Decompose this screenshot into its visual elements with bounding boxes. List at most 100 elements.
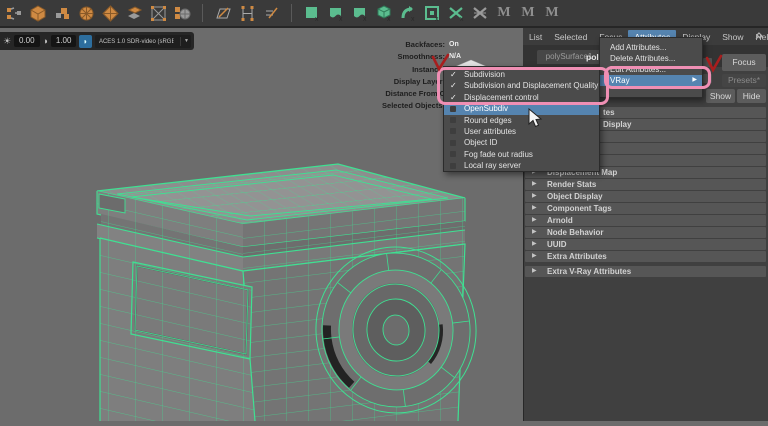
hide-button[interactable]: Hide [737, 89, 766, 103]
unchecked-box [450, 105, 456, 112]
hud-label-display-layer: Display Layer: [393, 76, 445, 86]
poly-cube-icon[interactable] [28, 3, 48, 23]
speaker-box-mesh[interactable] [96, 163, 486, 422]
marking-menu-button-3[interactable]: M [542, 5, 562, 21]
section-row-arnold[interactable]: ▶ Arnold [525, 215, 766, 226]
submenu-item-label: Local ray server [464, 161, 521, 171]
status-line-toolbar: x x x x x x x M M M [0, 0, 768, 28]
section-row-extra-attributes[interactable]: ▶ Extra Attributes [525, 251, 766, 262]
menu-show[interactable]: Show [716, 30, 749, 44]
section-row-object-display[interactable]: ▶ Object Display [525, 191, 766, 202]
expand-arrow-icon: ▶ [532, 193, 537, 199]
gamma-input[interactable]: 1.00 [50, 35, 77, 47]
gamma-icon[interactable]: ◑ [43, 36, 48, 46]
menu-item-add-attributes[interactable]: Add Attributes... [600, 42, 702, 53]
expand-arrow-icon: ▶ [532, 181, 537, 187]
hud-label-backfaces: Backfaces: [405, 40, 445, 49]
extract-faces-icon[interactable] [124, 3, 144, 23]
section-label: Render Stats [547, 180, 597, 189]
hud-value-backfaces: On [449, 41, 459, 48]
toolbar-divider [202, 4, 203, 22]
expand-arrow-icon: ▶ [532, 229, 537, 235]
uv-cut-icon[interactable]: x [446, 3, 466, 23]
exposure-input[interactable]: 0.00 [14, 35, 40, 47]
section-row-uuid[interactable]: ▶ UUID [525, 239, 766, 250]
menu-list[interactable]: List [523, 30, 548, 44]
wire-sphere-icon[interactable] [76, 3, 96, 23]
section-label: Arnold [547, 216, 573, 225]
submenu-item-label: Object ID [464, 138, 498, 148]
menu-selected[interactable]: Selected [548, 30, 593, 44]
submenu-item-local-ray-server[interactable]: Local ray server [444, 160, 599, 171]
section-row-node-behavior[interactable]: ▶ Node Behavior [525, 227, 766, 238]
hud-label-smoothness: Smoothness: [397, 52, 445, 62]
uv-cube-icon[interactable]: x [374, 3, 394, 23]
svg-text:x: x [435, 16, 439, 22]
mouse-cursor [528, 108, 543, 128]
svg-text:x: x [339, 16, 343, 22]
uv-square-icon[interactable]: x [302, 3, 322, 23]
unchecked-box [450, 128, 456, 135]
focus-button[interactable]: Focus [722, 54, 766, 71]
section-label: Display [603, 120, 632, 129]
submenu-item-label: OpenSubdiv [464, 104, 509, 114]
split-diamond-icon[interactable] [100, 3, 120, 23]
menu-item-delete-attributes[interactable]: Delete Attributes... [600, 53, 702, 64]
hud-label-selected-objects: Selected Objects: [382, 101, 445, 111]
hud-value-smoothness: N/A [449, 53, 462, 60]
marking-menu-button-2[interactable]: M [518, 5, 538, 21]
section-label: tes [603, 108, 615, 117]
view-transform-value: ACES 1.0 SDR-video (sRGB [98, 37, 174, 45]
section-row-render-stats[interactable]: ▶ Render Stats [525, 179, 766, 190]
curve-pen-small-icon[interactable] [261, 3, 281, 23]
unchecked-box [450, 162, 456, 169]
chevron-down-icon: ▼ [180, 36, 189, 46]
expand-arrow-icon: ▶ [532, 241, 537, 247]
lattice-box-icon[interactable] [148, 3, 168, 23]
heads-up-display: Backfaces: Smoothness: Instance: Display… [330, 40, 461, 114]
section-row-extra-vray-attributes[interactable]: ▶ Extra V-Ray Attributes [525, 266, 766, 277]
show-button[interactable]: Show [706, 89, 735, 103]
svg-text:x: x [387, 16, 391, 22]
edit-frame-icon[interactable] [237, 3, 257, 23]
uv-sew-disabled-icon[interactable] [470, 3, 490, 23]
submenu-item-label: Round edges [464, 115, 512, 125]
pin-icon[interactable] [754, 31, 764, 43]
expand-arrow-icon: ▶ [532, 268, 537, 274]
annotation-pink-box-subdivision-items [437, 67, 609, 105]
section-label: UUID [547, 240, 567, 249]
exposure-icon[interactable]: ☀ [3, 36, 11, 46]
section-label: Component Tags [547, 204, 612, 213]
section-label: Extra V-Ray Attributes [547, 267, 632, 276]
section-label: Node Behavior [547, 228, 604, 237]
expand-arrow-icon: ▶ [532, 217, 537, 223]
annotation-red-check-2 [705, 54, 723, 73]
uv-path-icon[interactable]: x [398, 3, 418, 23]
uv-checker-icon[interactable]: x [422, 3, 442, 23]
uv-shell-icon[interactable]: x [326, 3, 346, 23]
submenu-item-user-attributes[interactable]: User attributes [444, 126, 599, 137]
presets-button[interactable]: Presets* [722, 74, 766, 87]
view-transform-dropdown[interactable]: ACES 1.0 SDR-video (sRGB ▼ [94, 34, 191, 48]
section-label: Object Display [547, 192, 603, 201]
section-row-component-tags[interactable]: ▶ Component Tags [525, 203, 766, 214]
color-management-icon[interactable]: ◗ [79, 34, 92, 48]
curve-pen-icon[interactable] [213, 3, 233, 23]
submenu-item-round-edges[interactable]: Round edges [444, 115, 599, 126]
quad-cluster-icon[interactable] [52, 3, 72, 23]
submenu-item-label: User attributes [464, 126, 517, 136]
annotation-pink-box-vray [604, 66, 711, 89]
submenu-item-fog-fade-out-radius[interactable]: Fog fade out radius [444, 149, 599, 160]
maya-window: { "glyphs": { "check": "✓", "menu_arrow"… [0, 0, 768, 422]
submenu-item-object-id[interactable]: Object ID [444, 137, 599, 148]
annotation-red-check-1 [431, 53, 450, 72]
hud-label-instance: Instance: [412, 64, 445, 74]
marking-menu-button-1[interactable]: M [494, 5, 514, 21]
svg-text:x: x [411, 16, 415, 22]
viewport-toolbar: ☀ 0.00 ◑ 1.00 ◗ ACES 1.0 SDR-video (sRGB… [0, 32, 194, 50]
hud-label-distance-from-camera: Distance From C [385, 89, 445, 99]
merge-sphere-icon[interactable] [172, 3, 192, 23]
uv-shell2-icon[interactable]: x [350, 3, 370, 23]
svg-text:x: x [460, 16, 464, 22]
separate-components-icon[interactable] [4, 3, 24, 23]
